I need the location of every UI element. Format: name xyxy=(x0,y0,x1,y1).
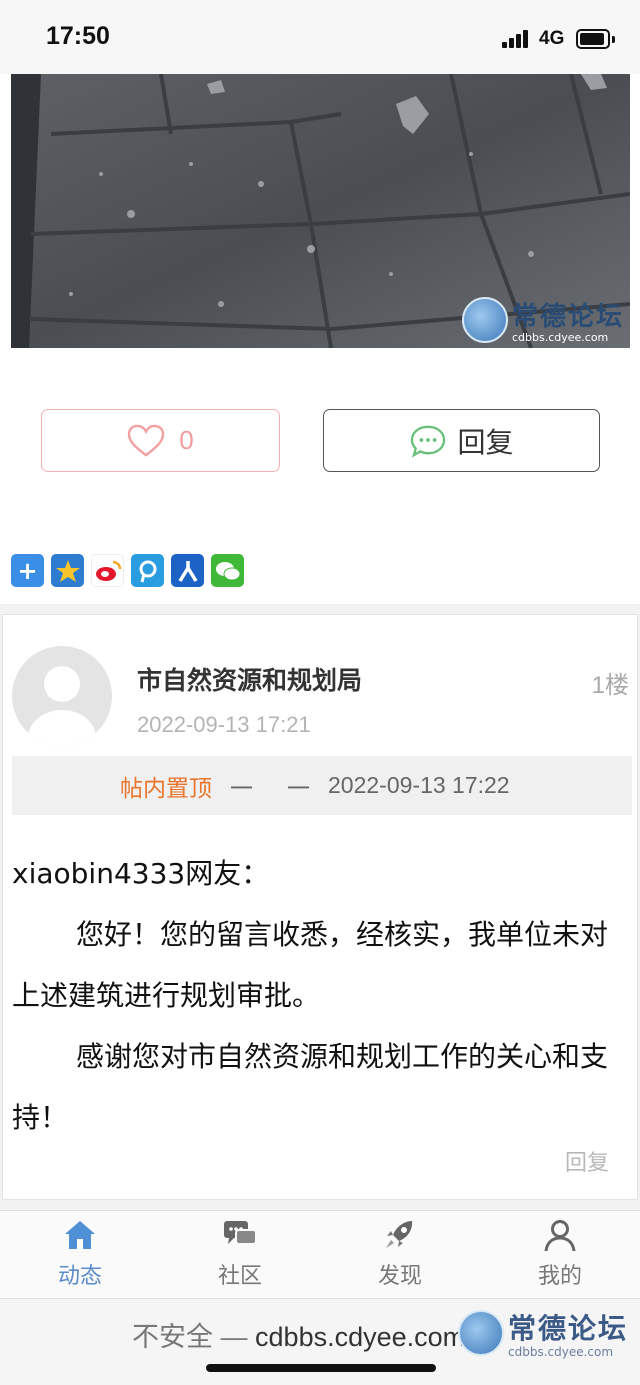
avatar[interactable] xyxy=(12,646,112,746)
tab-label: 我的 xyxy=(537,1264,582,1289)
pinned-label: 帖内置顶 xyxy=(120,775,212,802)
notice-dash: 一 xyxy=(287,775,310,802)
tab-mine[interactable]: 我的 xyxy=(480,1211,640,1299)
reply-button-label: 回复 xyxy=(457,425,514,459)
post-photo[interactable]: 常德论坛 cdbbs.cdyee.com xyxy=(11,74,630,348)
comment-icon xyxy=(411,425,446,458)
like-button[interactable]: 0 xyxy=(41,409,280,472)
qzone-icon[interactable] xyxy=(51,554,84,587)
default-avatar-icon xyxy=(28,666,96,746)
pinned-time: 2022-09-13 17:22 xyxy=(328,772,510,798)
url-separator: — xyxy=(220,1322,248,1352)
insecure-label: 不安全 xyxy=(132,1322,213,1352)
battery-icon xyxy=(576,29,615,49)
reply-link[interactable]: 回复 xyxy=(565,1145,609,1177)
tencent-weibo-icon[interactable] xyxy=(131,554,164,587)
watermark-title: 常德论坛 xyxy=(511,302,624,332)
reply-time: 2022-09-13 17:21 xyxy=(137,712,311,737)
tab-community[interactable]: 社区 xyxy=(160,1211,320,1299)
status-time: 17:50 xyxy=(46,22,110,50)
share-bar: + xyxy=(11,554,251,587)
reply-paragraph: 您好！您的留言收悉，经核实，我单位未对上述建筑进行规划审批。 xyxy=(12,918,609,1012)
forum-logo-icon xyxy=(461,297,508,343)
watermark-title: 常德论坛 xyxy=(508,1312,629,1345)
plus-share-icon[interactable]: + xyxy=(11,554,44,587)
tab-dynamic[interactable]: 动态 xyxy=(0,1211,160,1299)
forum-watermark: 常德论坛 cdbbs.cdyee.com xyxy=(458,1307,628,1359)
network-label: 4G xyxy=(539,28,565,49)
reply-greeting: xiaobin4333网友： xyxy=(12,857,270,890)
home-indicator[interactable] xyxy=(206,1364,436,1372)
bottom-tab-bar: 动态 社区 发现 我的 xyxy=(0,1210,640,1298)
user-icon xyxy=(544,1220,576,1252)
reply-body: xiaobin4333网友： 您好！您的留言收悉，经核实，我单位未对上述建筑进行… xyxy=(12,843,630,1148)
url-display[interactable]: 不安全 — cdbbs.cdyee.com xyxy=(132,1315,465,1354)
chat-icon xyxy=(224,1221,257,1245)
url-host: cdbbs.cdyee.com xyxy=(255,1322,466,1352)
reply-card: 市自然资源和规划局 1楼 2022-09-13 17:21 帖内置顶 一 一 2… xyxy=(2,614,638,1200)
heart-icon xyxy=(128,424,165,457)
tab-label: 动态 xyxy=(57,1264,102,1289)
watermark-url: cdbbs.cdyee.com xyxy=(508,1345,614,1359)
watermark-url: cdbbs.cdyee.com xyxy=(511,331,609,344)
signal-icon xyxy=(502,30,532,48)
tab-label: 发现 xyxy=(377,1264,422,1289)
home-icon xyxy=(65,1221,95,1249)
status-bar: 17:50 4G xyxy=(0,0,640,78)
rocket-icon xyxy=(386,1221,413,1248)
post-card: 常德论坛 cdbbs.cdyee.com 0 回复 + xyxy=(0,74,640,604)
forum-watermark: 常德论坛 cdbbs.cdyee.com xyxy=(461,296,624,344)
like-count: 0 xyxy=(179,425,194,455)
reply-paragraph: 感谢您对市自然资源和规划工作的关心和支持！ xyxy=(12,1040,609,1134)
reply-button[interactable]: 回复 xyxy=(323,409,600,472)
wechat-icon[interactable] xyxy=(211,554,244,587)
floor-number: 1楼 xyxy=(591,672,629,699)
notice-dash: 一 xyxy=(230,775,253,802)
tab-discover[interactable]: 发现 xyxy=(320,1211,480,1299)
renren-icon[interactable] xyxy=(171,554,204,587)
pinned-notice: 帖内置顶 一 一 2022-09-13 17:22 xyxy=(12,756,632,815)
tab-label: 社区 xyxy=(217,1264,262,1289)
weibo-icon[interactable] xyxy=(91,554,124,587)
forum-logo-icon xyxy=(458,1310,504,1356)
reply-author[interactable]: 市自然资源和规划局 xyxy=(137,661,362,697)
